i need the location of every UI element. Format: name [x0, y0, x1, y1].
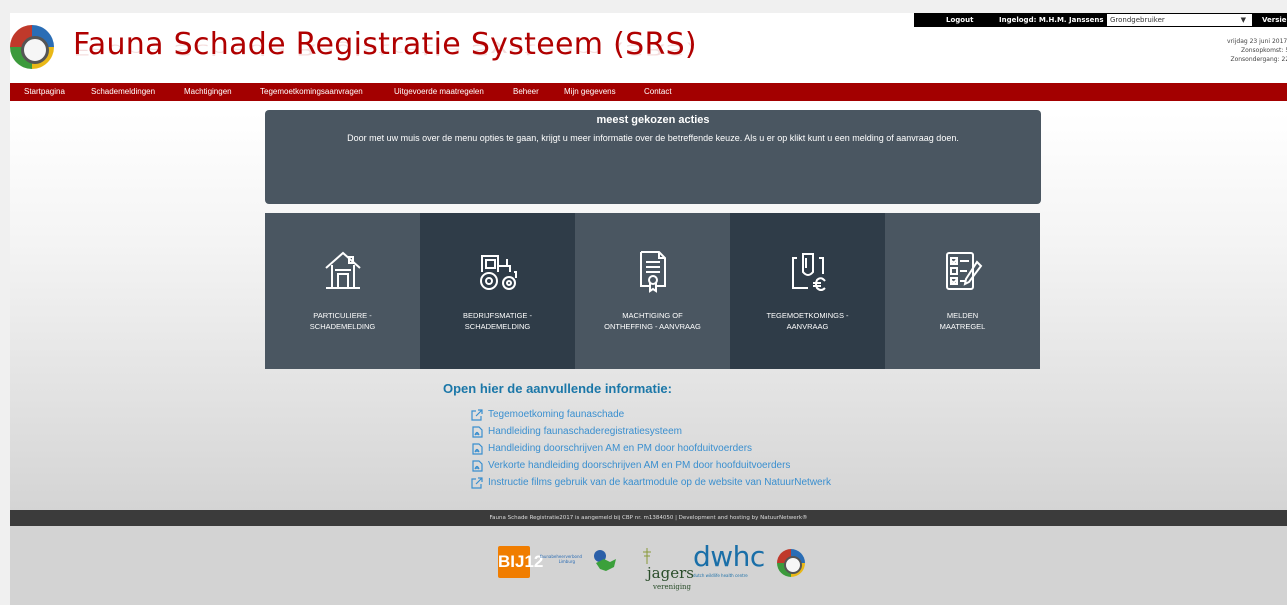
- version-label: Versie 2.7: [1262, 16, 1287, 24]
- nav-item-uitgevoerde-maatregelen[interactable]: Uitgevoerde maatregelen: [394, 87, 484, 96]
- tractor-icon: [479, 255, 517, 290]
- link-handleiding-srs[interactable]: Handleiding faunaschaderegistratiesystee…: [471, 423, 831, 440]
- main-nav: Startpagina Schademeldingen Machtigingen…: [10, 83, 1287, 101]
- more-info-title: Open hier de aanvullende informatie:: [443, 381, 672, 396]
- srs-logo[interactable]: [10, 25, 54, 69]
- nav-item-machtigingen[interactable]: Machtigingen: [184, 87, 232, 96]
- date-info: vrijdag 23 juni 2017 9: Zonsopkomst: 5:2…: [1195, 37, 1287, 64]
- jagersvereniging-logo[interactable]: jagers: [647, 564, 694, 582]
- link-instructie-films[interactable]: Instructie films gebruik van de kaartmod…: [471, 474, 831, 491]
- tile-bedrijfsmatige-schademelding[interactable]: BEDRIJFSMATIGE - SCHADEMELDING: [420, 213, 575, 369]
- tile-particuliere-schademelding[interactable]: PARTICULIERE - SCHADEMELDING: [265, 213, 420, 369]
- nav-item-mijn-gegevens[interactable]: Mijn gegevens: [564, 87, 616, 96]
- house-icon: [324, 251, 361, 289]
- jagersvereniging-logo-sub: vereniging: [653, 583, 692, 591]
- tile-label: MELDEN MAATREGEL: [939, 311, 986, 331]
- dwhc-logo[interactable]: dwhc: [693, 540, 765, 573]
- footer-bar: Fauna Schade Registratie2017 is aangemel…: [10, 510, 1287, 526]
- link-handleiding-doorschrijven[interactable]: Handleiding doorschrijven AM en PM door …: [471, 440, 831, 457]
- pdf-icon: [472, 425, 483, 438]
- bij12-logo[interactable]: BIJ12: [498, 546, 543, 578]
- nav-item-tegemoetkomingsaanvragen[interactable]: Tegemoetkomingsaanvragen: [260, 87, 363, 96]
- tile-melden-maatregel[interactable]: MELDEN MAATREGEL: [885, 213, 1040, 369]
- chevron-down-icon: ▼: [1240, 16, 1246, 24]
- role-select-value: Grondgebruiker: [1110, 16, 1165, 24]
- dwhc-logo-sub: dutch wildlife health centre: [693, 573, 748, 578]
- euro-compensation-icon: [791, 253, 826, 291]
- tile-tegemoetkomings-aanvraag[interactable]: TEGEMOETKOMINGS - AANVRAAG: [730, 213, 885, 369]
- info-box: meest gekozen acties Door met uw muis ov…: [265, 110, 1041, 204]
- top-user-bar: Logout Ingelogd: M.H.M. Janssens Grondge…: [914, 13, 1287, 27]
- link-verkorte-handleiding[interactable]: Verkorte handleiding doorschrijven AM en…: [471, 457, 831, 474]
- sunset-time: Zonsondergang: 22:0: [1230, 56, 1287, 63]
- logout-link[interactable]: Logout: [946, 16, 973, 24]
- srs-mini-logo[interactable]: [777, 549, 805, 577]
- partner-logos: BIJ12 faunabeheerverbond Limburg jagers v…: [10, 536, 1287, 596]
- link-tegemoetkoming-faunaschade[interactable]: Tegemoetkoming faunaschade: [471, 406, 831, 423]
- page: Fauna Schade Registratie Systeem (SRS) F…: [10, 13, 1287, 605]
- role-select[interactable]: Grondgebruiker ▼: [1107, 14, 1252, 26]
- faunabeheerverbond-logo-text[interactable]: faunabeheerverbond Limburg: [540, 554, 582, 564]
- external-link-icon: [471, 408, 483, 421]
- info-description: Door met uw muis over de menu opties te …: [347, 133, 959, 143]
- pdf-icon: [472, 442, 483, 455]
- sunrise-time: Zonsopkomst: 5:2: [1240, 47, 1287, 54]
- tile-label: TEGEMOETKOMINGS - AANVRAAG: [766, 311, 849, 331]
- certificate-icon: [639, 251, 666, 293]
- nav-item-schademeldingen[interactable]: Schademeldingen: [91, 87, 155, 96]
- tile-label: MACHTIGING OF ONTHEFFING - AANVRAAG: [604, 311, 701, 331]
- app-title-reflection: Fauna Schade Registratie Systeem (SRS): [73, 40, 697, 59]
- logged-in-user: Ingelogd: M.H.M. Janssens: [999, 16, 1104, 24]
- nav-item-startpagina[interactable]: Startpagina: [24, 87, 65, 96]
- faunabeheerverbond-logo-icon: [594, 550, 616, 571]
- tile-label: BEDRIJFSMATIGE - SCHADEMELDING: [462, 311, 533, 331]
- checklist-icon: [945, 252, 982, 290]
- nav-item-contact[interactable]: Contact: [644, 87, 672, 96]
- pdf-icon: [472, 459, 483, 472]
- tile-machtiging-ontheffing-aanvraag[interactable]: MACHTIGING OF ONTHEFFING - AANVRAAG: [575, 213, 730, 369]
- action-tiles: PARTICULIERE - SCHADEMELDING BEDRIJFSMAT…: [265, 213, 1041, 369]
- current-date: vrijdag 23 juni 2017 9:: [1227, 38, 1287, 45]
- tile-label: PARTICULIERE - SCHADEMELDING: [309, 311, 376, 331]
- external-link-icon: [471, 476, 483, 489]
- jagersvereniging-logo-mark: [643, 548, 651, 564]
- nav-item-beheer[interactable]: Beheer: [513, 87, 539, 96]
- info-heading: meest gekozen acties: [596, 114, 710, 126]
- info-links: Tegemoetkoming faunaschade Handleiding f…: [471, 406, 831, 491]
